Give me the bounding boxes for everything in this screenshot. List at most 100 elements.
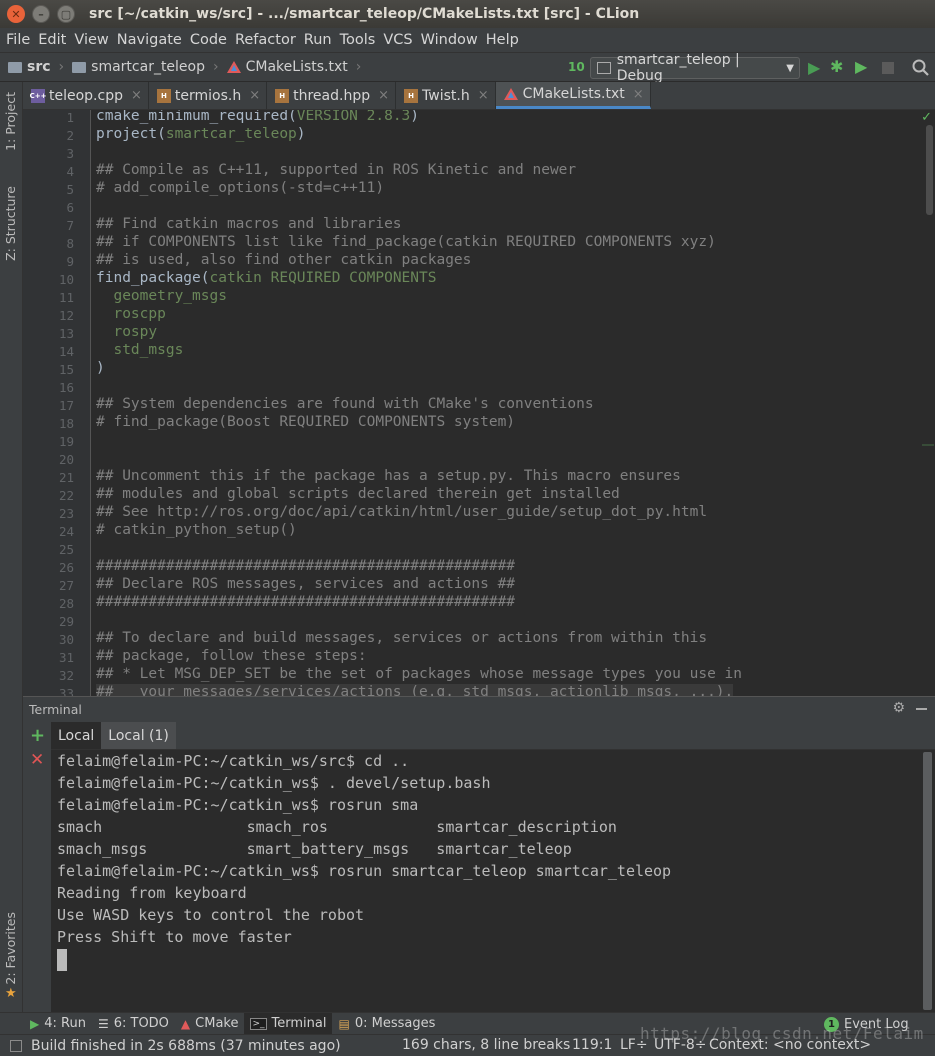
close-icon[interactable]: ×: [249, 88, 260, 103]
tool-tab-favorites[interactable]: 2: Favorites: [3, 912, 18, 985]
menu-window[interactable]: Window: [421, 32, 478, 48]
close-icon[interactable]: ×: [478, 88, 489, 103]
line-number: 9: [66, 254, 74, 269]
code-line[interactable]: ########################################…: [96, 558, 515, 574]
code-line[interactable]: ## System dependencies are found with CM…: [96, 396, 594, 412]
tool-tab-structure[interactable]: Z: Structure: [3, 186, 18, 261]
minimize-icon[interactable]: [916, 708, 927, 710]
editor-scrollbar[interactable]: ✓: [921, 110, 935, 696]
terminal-line: felaim@felaim-PC:~/catkin_ws$ . devel/se…: [57, 774, 491, 792]
code-line[interactable]: # find_package(Boost REQUIRED COMPONENTS…: [96, 414, 515, 430]
code-line[interactable]: std_msgs: [96, 342, 183, 358]
window-minimize-button[interactable]: –: [32, 5, 50, 23]
code-area[interactable]: cmake_minimum_required(VERSION 2.8.3) pro…: [96, 110, 921, 696]
left-tool-strip: 1: Project Z: Structure 2: Favorites ★: [0, 82, 23, 1012]
terminal-output[interactable]: felaim@felaim-PC:~/catkin_ws/src$ cd .. f…: [51, 750, 920, 1012]
terminal-tab-local-1[interactable]: Local (1): [101, 722, 176, 749]
code-line[interactable]: ## See http://ros.org/doc/api/catkin/htm…: [96, 504, 707, 520]
menu-code[interactable]: Code: [190, 32, 227, 48]
run-icon[interactable]: ▶: [808, 58, 820, 77]
code-line[interactable]: roscpp: [96, 306, 165, 322]
code-line[interactable]: ## Find catkin macros and libraries: [96, 216, 402, 232]
menu-refactor[interactable]: Refactor: [235, 32, 296, 48]
terminal-line: felaim@felaim-PC:~/catkin_ws/src$ cd ..: [57, 752, 410, 770]
code-line[interactable]: ## Declare ROS messages, services and ac…: [96, 576, 515, 592]
build-icon[interactable]: 10: [568, 60, 585, 74]
close-icon[interactable]: ×: [378, 88, 389, 103]
code-line[interactable]: ## your messages/services/actions (e.g. …: [96, 684, 734, 696]
window-title-bar: ✕ – ▢ src [~/catkin_ws/src] - .../smartc…: [0, 0, 935, 28]
tool-tab-project[interactable]: 1: Project: [3, 92, 18, 151]
code-line[interactable]: ## Uncomment this if the package has a s…: [96, 468, 681, 484]
line-number: 5: [66, 182, 74, 197]
menu-tools[interactable]: Tools: [340, 32, 376, 48]
code-line[interactable]: ## is used, also find other catkin packa…: [96, 252, 471, 268]
line-number: 18: [58, 416, 74, 431]
code-line[interactable]: rospy: [96, 324, 157, 340]
code-line[interactable]: ## * Let MSG_DEP_SET be the set of packa…: [96, 666, 742, 682]
editor-tab-cmakelists[interactable]: CMakeLists.txt ×: [495, 82, 651, 109]
tool-messages[interactable]: ▤ 0: Messages: [332, 1013, 441, 1035]
line-number: 7: [66, 218, 74, 233]
menu-help[interactable]: Help: [486, 32, 519, 48]
code-line[interactable]: ## To declare and build messages, servic…: [96, 630, 707, 646]
change-marker: [922, 444, 934, 446]
stop-icon[interactable]: [882, 62, 894, 74]
breadcrumb-src[interactable]: src ›: [8, 59, 64, 75]
breadcrumb-cmakelists[interactable]: CMakeLists.txt ›: [226, 59, 361, 75]
code-line[interactable]: ): [96, 360, 105, 376]
code-line[interactable]: ## if COMPONENTS list like find_package(…: [96, 234, 716, 250]
close-session-icon[interactable]: ✕: [30, 750, 44, 770]
toggle-tool-windows-icon[interactable]: [10, 1039, 22, 1052]
menu-view[interactable]: View: [74, 32, 108, 48]
editor-tab-termios-h[interactable]: H termios.h ×: [149, 82, 268, 109]
line-number: 8: [66, 236, 74, 251]
tool-cmake[interactable]: ▲ CMake: [175, 1013, 245, 1035]
code-line[interactable]: # catkin_python_setup(): [96, 522, 297, 538]
scrollbar-thumb[interactable]: [923, 752, 932, 1010]
status-caret-position[interactable]: 119:1: [572, 1037, 612, 1053]
search-icon[interactable]: [911, 58, 931, 78]
menu-file[interactable]: File: [6, 32, 30, 48]
code-line[interactable]: ## modules and global scripts declared t…: [96, 486, 620, 502]
line-number: 2: [66, 128, 74, 143]
code-line[interactable]: ## package, follow these steps:: [96, 648, 367, 664]
add-session-icon[interactable]: +: [30, 725, 45, 746]
code-line[interactable]: geometry_msgs: [96, 288, 227, 304]
code-line[interactable]: project(smartcar_teleop): [96, 126, 306, 142]
status-message[interactable]: Build finished in 2s 688ms (37 minutes a…: [31, 1038, 341, 1054]
tool-run[interactable]: ▶ 4: Run: [24, 1013, 92, 1035]
code-line[interactable]: cmake_minimum_required(VERSION 2.8.3): [96, 110, 419, 124]
menu-navigate[interactable]: Navigate: [117, 32, 182, 48]
close-icon[interactable]: ×: [633, 87, 644, 102]
code-line[interactable]: find_package(catkin REQUIRED COMPONENTS: [96, 270, 436, 286]
terminal-scrollbar[interactable]: [920, 750, 935, 1012]
run-icon: ▶: [30, 1016, 40, 1031]
terminal-line: felaim@felaim-PC:~/catkin_ws$ rosrun sma: [57, 796, 419, 814]
editor-tab-twist-h[interactable]: H Twist.h ×: [396, 82, 496, 109]
code-function: project(: [96, 126, 166, 142]
close-icon[interactable]: ×: [131, 88, 142, 103]
tool-terminal[interactable]: >_ Terminal: [244, 1012, 333, 1035]
code-editor[interactable]: 1 2 3 4 5 6 7 8 9 10 11 12 13 14 15 16 17 18 19 20 21 22 23 24 2…: [23, 110, 935, 696]
code-line[interactable]: ########################################…: [96, 594, 515, 610]
run-with-coverage-icon[interactable]: ▶: [855, 57, 867, 76]
code-line[interactable]: ## Compile as C++11, supported in ROS Ki…: [96, 162, 576, 178]
scrollbar-thumb[interactable]: [926, 125, 933, 215]
breadcrumb-smartcar-teleop[interactable]: smartcar_teleop ›: [72, 59, 219, 75]
editor-tab-teleop-cpp[interactable]: C++ teleop.cpp ×: [23, 82, 149, 109]
window-close-button[interactable]: ✕: [7, 5, 25, 23]
menu-run[interactable]: Run: [304, 32, 332, 48]
editor-tab-thread-hpp[interactable]: H thread.hpp ×: [267, 82, 397, 109]
line-number: 1: [66, 110, 74, 125]
window-title: src [~/catkin_ws/src] - .../smartcar_tel…: [89, 6, 640, 22]
menu-edit[interactable]: Edit: [38, 32, 66, 48]
tool-todo[interactable]: ☰ 6: TODO: [92, 1013, 175, 1035]
window-maximize-button[interactable]: ▢: [57, 5, 75, 23]
gear-icon[interactable]: ⚙: [892, 700, 905, 716]
terminal-tab-local[interactable]: Local: [51, 722, 102, 749]
menu-vcs[interactable]: VCS: [383, 32, 412, 48]
code-line[interactable]: # add_compile_options(-std=c++11): [96, 180, 384, 196]
run-configuration-select[interactable]: smartcar_teleop | Debug ▼: [590, 52, 800, 84]
debug-icon[interactable]: ✱: [830, 57, 843, 76]
